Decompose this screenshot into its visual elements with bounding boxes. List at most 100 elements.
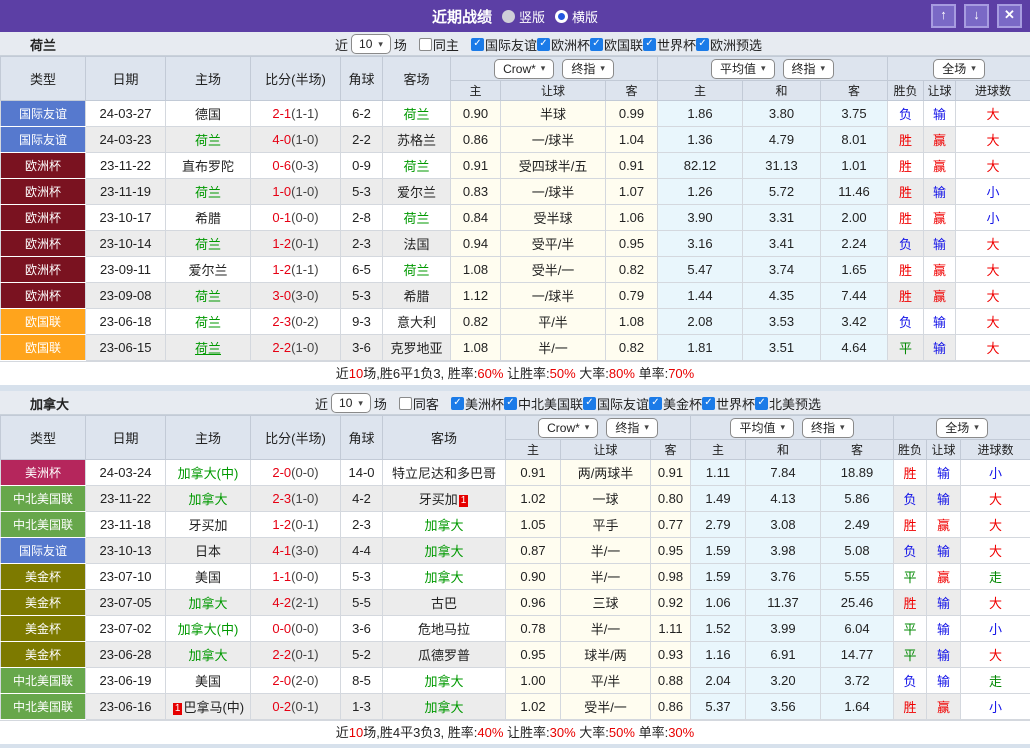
league-checkbox[interactable]: ✓北美预选 <box>755 394 821 413</box>
avg-draw: 4.35 <box>743 283 821 309</box>
away-team-cell: 荷兰 <box>383 153 451 179</box>
odds-source-select[interactable]: Crow*▾ <box>494 59 554 79</box>
move-up-button[interactable]: ↑ <box>931 4 956 28</box>
half-score: (0-1) <box>291 647 318 662</box>
league-checkbox[interactable]: ✓欧洲杯 <box>537 35 590 54</box>
away-team-cell: 瓜德罗普 <box>383 642 506 668</box>
radio-icon <box>502 10 515 23</box>
odds-handicap: 平/半 <box>561 668 651 694</box>
league-checkbox[interactable]: ✓中北美国联 <box>504 394 583 413</box>
avg-draw: 11.37 <box>746 590 821 616</box>
result-goals: 小 <box>956 205 1030 231</box>
match-date: 24-03-27 <box>86 101 166 127</box>
avg-draw: 3.76 <box>746 564 821 590</box>
page-title: 近期战绩 <box>432 6 492 27</box>
same-venue-checkbox[interactable]: 同主 <box>419 35 459 54</box>
team-label: 危地马拉 <box>418 622 470 637</box>
full-score: 4-2 <box>272 595 291 610</box>
corners-cell: 5-3 <box>341 179 383 205</box>
avg-home: 5.37 <box>691 694 746 720</box>
avg-final-select[interactable]: 终指▾ <box>783 59 835 79</box>
odds-away: 0.82 <box>606 257 658 283</box>
team-label: 加拿大 <box>424 674 463 689</box>
team-label: 荷兰 <box>195 185 221 200</box>
home-team-cell: 加拿大(中) <box>166 616 251 642</box>
avg-source-select[interactable]: 平均值▾ <box>730 418 794 438</box>
league-checkbox[interactable]: ✓美洲杯 <box>451 394 504 413</box>
avg-draw: 3.51 <box>743 335 821 361</box>
score-cell: 4-0(1-0) <box>251 127 341 153</box>
league-checkbox[interactable]: ✓美金杯 <box>649 394 702 413</box>
avg-home: 1.11 <box>691 460 746 486</box>
score-cell: 1-2(0-1) <box>251 231 341 257</box>
chevron-down-icon: ▾ <box>780 422 785 433</box>
avg-final-value: 终指 <box>811 419 835 436</box>
away-team-cell: 古巴 <box>383 590 506 616</box>
scope-select[interactable]: 全场▾ <box>936 418 988 438</box>
chevron-down-icon: ▾ <box>761 63 766 74</box>
avg-away: 7.44 <box>821 283 888 309</box>
matches-count-select[interactable]: 10 ▾ <box>331 393 371 413</box>
away-team-cell: 加拿大 <box>383 668 506 694</box>
record-summary: 近10场,胜4平3负3, 胜率:40% 让胜率:30% 大率:50% 单率:30… <box>0 720 1030 744</box>
score-cell: 2-0(0-0) <box>251 460 341 486</box>
odds-final-select[interactable]: 终指▾ <box>562 59 614 79</box>
team-section-netherlands: 荷兰 近 10 ▾ 场 同主 ✓国际友谊✓欧洲杯✓欧国联✓世界杯✓欧洲预选 <box>0 32 1030 385</box>
league-checkbox[interactable]: ✓世界杯 <box>702 394 755 413</box>
score-cell: 0-6(0-3) <box>251 153 341 179</box>
team-label: 古巴 <box>431 596 457 611</box>
league-checkbox[interactable]: ✓世界杯 <box>643 35 696 54</box>
scope-group-header: 全场▾ <box>894 416 1030 440</box>
summary-segment: 40% <box>477 725 503 740</box>
match-date: 23-11-22 <box>86 153 166 179</box>
close-button[interactable]: ✕ <box>997 4 1022 28</box>
team-label: 爱尔兰 <box>397 185 436 200</box>
avg-home: 3.16 <box>658 231 743 257</box>
match-type-badge: 欧国联 <box>1 335 86 361</box>
league-checkbox[interactable]: ✓国际友谊 <box>471 35 537 54</box>
match-type-badge: 欧洲杯 <box>1 231 86 257</box>
col-header-date: 日期 <box>86 57 166 101</box>
avg-draw: 3.53 <box>743 309 821 335</box>
result-outcome: 胜 <box>888 127 924 153</box>
col-header-result-handicap: 让球 <box>927 440 961 460</box>
avg-away: 11.46 <box>821 179 888 205</box>
odds-away: 0.99 <box>606 101 658 127</box>
odds-source-select[interactable]: Crow*▾ <box>538 418 598 438</box>
match-date: 23-09-08 <box>86 283 166 309</box>
same-venue-checkbox[interactable]: 同客 <box>399 394 439 413</box>
matches-count-select[interactable]: 10 ▾ <box>351 34 391 54</box>
avg-home: 2.08 <box>658 309 743 335</box>
result-handicap: 赢 <box>924 153 956 179</box>
avg-away: 5.86 <box>821 486 894 512</box>
avg-draw: 5.72 <box>743 179 821 205</box>
league-checkbox[interactable]: ✓欧洲预选 <box>696 35 762 54</box>
col-header-home: 主场 <box>166 416 251 460</box>
result-handicap: 输 <box>924 335 956 361</box>
col-header-odds-home: 主 <box>506 440 561 460</box>
col-header-result-goals: 进球数 <box>956 81 1030 101</box>
avg-source-select[interactable]: 平均值▾ <box>711 59 775 79</box>
score-cell: 2-0(2-0) <box>251 668 341 694</box>
team-label: 苏格兰 <box>397 133 436 148</box>
league-checkbox[interactable]: ✓国际友谊 <box>583 394 649 413</box>
odds-home: 0.87 <box>506 538 561 564</box>
avg-final-select[interactable]: 终指▾ <box>802 418 854 438</box>
radio-vertical-layout[interactable]: 竖版 <box>502 7 545 26</box>
avg-home: 1.81 <box>658 335 743 361</box>
radio-horizontal-layout[interactable]: 横版 <box>555 7 598 26</box>
home-team-cell: 荷兰 <box>166 127 251 153</box>
score-cell: 2-3(0-2) <box>251 309 341 335</box>
odds-handicap: 一/球半 <box>501 283 606 309</box>
team-label: 荷兰 <box>195 315 221 330</box>
corners-cell: 2-2 <box>341 127 383 153</box>
avg-draw: 3.98 <box>746 538 821 564</box>
move-down-button[interactable]: ↓ <box>964 4 989 28</box>
league-checkbox[interactable]: ✓欧国联 <box>590 35 643 54</box>
full-score: 1-2 <box>272 262 291 277</box>
score-cell: 1-1(0-0) <box>251 564 341 590</box>
odds-final-select[interactable]: 终指▾ <box>606 418 658 438</box>
summary-segment: 让胜率: <box>503 725 549 740</box>
team-label: 荷兰 <box>195 133 221 148</box>
scope-select[interactable]: 全场▾ <box>933 59 985 79</box>
